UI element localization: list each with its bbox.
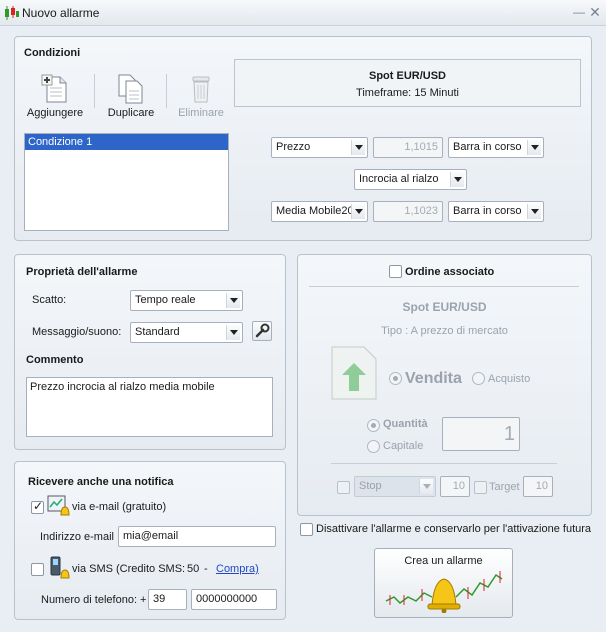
disable-checkbox[interactable]	[300, 523, 313, 536]
delete-condition-button[interactable]: Eliminare	[174, 74, 228, 120]
target-label: Target	[489, 481, 520, 493]
window-title: Nuovo allarme	[22, 6, 100, 20]
conditions-title: Condizioni	[24, 47, 81, 59]
bar-select-1[interactable]: Barra in corso	[448, 137, 544, 158]
order-divider	[331, 463, 557, 464]
trigger-select[interactable]: Tempo reale	[130, 290, 243, 311]
buy-label: Acquisto	[488, 373, 531, 385]
duplicate-label: Duplicare	[107, 107, 155, 119]
trigger-value: Tempo reale	[135, 294, 196, 306]
email-label: via e-mail (gratuito)	[72, 501, 167, 513]
trigger-label: Scatto:	[32, 294, 67, 306]
chevron-down-icon	[351, 140, 365, 155]
source-select-2[interactable]: Media Mobile20	[271, 201, 368, 222]
title-bar: Nuovo allarme — ✕	[0, 0, 606, 26]
properties-title: Proprietà dell'allarme	[26, 266, 138, 278]
sms-label: via SMS (Credito SMS:	[72, 563, 186, 575]
phone-prefix-input[interactable]: 39	[148, 589, 187, 610]
sms-dash: -	[204, 563, 208, 575]
phone-number-input[interactable]: 0000000000	[191, 589, 277, 610]
capital-radio[interactable]	[367, 440, 380, 453]
close-icon[interactable]: ✕	[588, 5, 602, 19]
order-symbol: Spot EUR/USD	[402, 300, 487, 314]
comment-textarea[interactable]: Prezzo incrocia al rialzo media mobile	[26, 377, 273, 437]
source-select-1[interactable]: Prezzo	[271, 137, 368, 158]
chevron-down-icon	[527, 204, 541, 219]
operator-value: Incrocia al rialzo	[359, 173, 439, 185]
sound-value: Standard	[135, 326, 180, 338]
email-alert-icon	[47, 495, 70, 516]
sound-select[interactable]: Standard	[130, 322, 243, 343]
disable-label: Disattivare l'allarme e conservarlo per …	[316, 523, 592, 535]
wrench-button[interactable]	[252, 321, 272, 341]
buy-radio[interactable]	[472, 372, 485, 385]
timeframe-value: 15 Minuti	[414, 87, 459, 99]
create-alarm-button[interactable]: Crea un allarme	[374, 548, 513, 618]
comment-title: Commento	[26, 354, 84, 366]
stop-select-value: Stop	[359, 480, 382, 492]
quantity-input[interactable]: 1	[442, 417, 520, 451]
add-label: Aggiungere	[26, 107, 84, 119]
quantity-label: Quantità	[383, 418, 428, 430]
toolbar-divider	[166, 74, 167, 108]
sound-label: Messaggio/suono:	[32, 326, 122, 338]
sell-arrow-icon	[331, 346, 377, 400]
create-alarm-label: Crea un allarme	[404, 555, 483, 567]
source-1-value: Prezzo	[276, 141, 311, 153]
sms-credit: 50	[187, 563, 200, 575]
minimize-icon[interactable]: —	[572, 5, 586, 19]
conditions-list[interactable]: Condizione 1	[24, 133, 229, 231]
list-item[interactable]: Condizione 1	[25, 134, 228, 150]
buy-sms-link[interactable]: Compra)	[216, 563, 259, 575]
value-field-2[interactable]: 1,1023	[373, 201, 443, 222]
chevron-down-icon	[450, 172, 464, 187]
value-field-1[interactable]: 1,1015	[373, 137, 443, 158]
instrument-box: Spot EUR/USD Timeframe: 15 Minuti	[234, 59, 581, 107]
bar-1-value: Barra in corso	[453, 141, 522, 153]
source-2-value: Media Mobile20	[276, 205, 354, 217]
notify-title: Ricevere anche una notifica	[28, 476, 174, 488]
sms-checkbox[interactable]	[31, 563, 44, 576]
add-document-icon	[41, 74, 67, 103]
email-checkbox[interactable]: ✓	[31, 499, 44, 514]
candlestick-icon	[5, 6, 19, 20]
chevron-down-icon	[527, 140, 541, 155]
duplicate-icon	[118, 74, 143, 104]
timeframe-label: Timeframe:	[356, 87, 412, 99]
phone-label: Numero di telefono: +	[41, 594, 147, 606]
order-divider	[309, 286, 579, 287]
add-condition-button[interactable]: Aggiungere	[24, 74, 86, 120]
phone-alert-icon	[50, 556, 70, 579]
stop-value-input[interactable]: 10	[440, 476, 470, 497]
sell-radio[interactable]	[389, 372, 402, 385]
capital-label: Capitale	[383, 440, 424, 452]
email-address-input[interactable]: mia@email	[118, 526, 276, 547]
duplicate-condition-button[interactable]: Duplicare	[102, 74, 160, 120]
chevron-down-icon	[351, 204, 365, 219]
email-address-label: Indirizzo e-mail	[40, 531, 114, 543]
order-title: Ordine associato	[405, 266, 495, 278]
order-checkbox[interactable]	[389, 265, 402, 278]
trash-icon	[192, 76, 210, 103]
wrench-icon	[255, 323, 270, 338]
chevron-down-icon	[226, 325, 240, 340]
stop-select[interactable]: Stop	[354, 476, 436, 497]
sell-label: Vendita	[405, 370, 462, 387]
target-value-input[interactable]: 10	[523, 476, 553, 497]
toolbar-divider	[94, 74, 95, 108]
instrument-symbol: Spot EUR/USD	[369, 70, 446, 82]
bell-chart-icon	[385, 571, 502, 613]
stop-checkbox[interactable]	[337, 481, 350, 494]
bar-select-2[interactable]: Barra in corso	[448, 201, 544, 222]
chevron-down-icon	[226, 293, 240, 308]
order-type: Tipo : A prezzo di mercato	[381, 325, 508, 337]
operator-select[interactable]: Incrocia al rialzo	[354, 169, 467, 190]
chevron-down-icon	[419, 479, 433, 494]
checkmark-icon: ✓	[33, 499, 44, 513]
target-checkbox[interactable]	[474, 481, 487, 494]
delete-label: Eliminare	[178, 107, 224, 119]
quantity-radio[interactable]	[367, 419, 380, 432]
bar-2-value: Barra in corso	[453, 205, 522, 217]
